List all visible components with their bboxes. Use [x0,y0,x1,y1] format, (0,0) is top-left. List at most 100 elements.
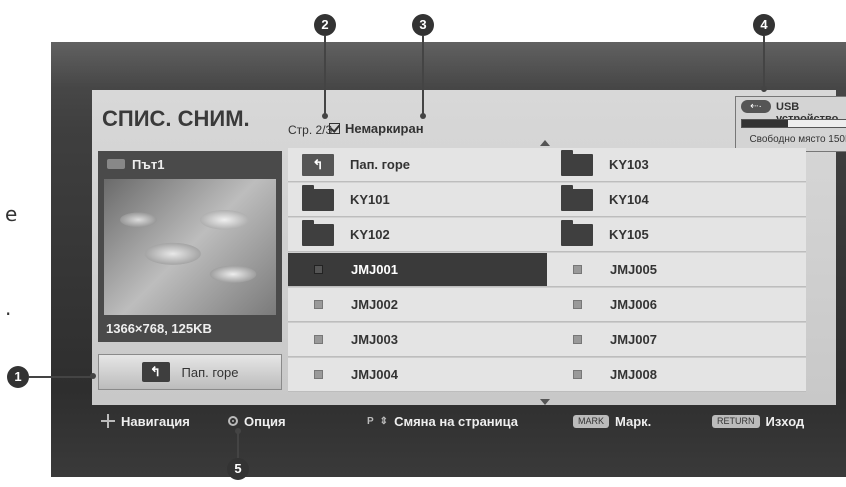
scroll-down-arrow-icon[interactable] [540,399,550,405]
callout-4-line [763,36,765,88]
option-icon [228,416,238,426]
footer-mark: MARK Марк. [573,414,651,429]
usb-icon: ⇠· [741,100,771,113]
list-item-label: JMJ006 [610,297,657,312]
list-item[interactable]: JMJ005 [547,253,806,287]
folder-icon [302,184,334,211]
list-item[interactable]: JMJ003 [288,323,547,357]
list-item[interactable]: JMJ006 [547,288,806,322]
list-item-label: KY103 [609,157,649,172]
callout-5-line [237,430,239,458]
top-sheen [51,42,846,87]
image-file-icon [573,265,582,274]
return-key-icon: RETURN [712,414,760,428]
scroll-up-arrow-icon[interactable] [540,140,550,146]
image-file-icon [573,300,582,309]
mark-key-icon: MARK [573,414,610,428]
tv-screen: СПИС. СНИМ. Стр. 2/3 Немаркиран ⇠· USB у… [51,42,846,477]
list-item[interactable]: ↰ Пап. горе [288,148,547,182]
list-item[interactable]: KY103 [547,148,806,182]
unmarked-filter[interactable]: Немаркиран [329,121,424,136]
image-file-icon [314,265,323,274]
usb-free-space: Свободно място 150MB [749,134,846,145]
checkbox-icon [329,123,340,134]
folder-icon [561,219,593,246]
footer-mark-label: Марк. [615,413,652,429]
callout-4-dot [761,86,767,92]
page-up-down-icon: ⇕ [379,415,389,427]
callout-5-dot [235,428,241,434]
folder-icon [561,184,593,211]
page-key-icon: P [367,415,374,427]
list-item-label: KY102 [350,227,390,242]
preview-image-info: 1366×768, 125KB [106,321,212,336]
page-indicator: Стр. 2/3 [288,123,333,137]
list-item[interactable]: JMJ002 [288,288,547,322]
footer-navigation-label: Навигация [121,413,190,429]
up-folder-icon: ↰ [302,153,334,176]
footer-bar: Навигация Опция P ⇕ Смяна на страница MA… [95,406,845,436]
list-item[interactable]: KY105 [547,218,806,252]
folder-icon [302,219,334,246]
callout-3-dot [420,113,426,119]
list-item-label: KY105 [609,227,649,242]
usb-capacity-bar [741,119,846,128]
usb-capacity-fill [742,120,789,127]
preview-image [104,179,276,315]
preview-folder-name: Път1 [132,157,165,172]
list-item-label: JMJ002 [351,297,398,312]
callout-1: 1 [7,366,29,388]
list-item-label: KY104 [609,192,649,207]
callout-2-dot [322,113,328,119]
list-item-label: KY101 [350,192,390,207]
callout-1-dot [90,373,96,379]
list-item-label: JMJ007 [610,332,657,347]
text-fragment-dot: . [5,296,12,320]
callout-5: 5 [227,458,249,480]
callout-3: 3 [412,14,434,36]
footer-option-label: Опция [244,413,286,429]
footer-page-change: P ⇕ Смяна на страница [367,414,518,429]
list-item[interactable]: KY101 [288,183,547,217]
list-item[interactable]: JMJ001 [288,253,547,287]
list-item[interactable]: JMJ008 [547,358,806,392]
list-item-label: Пап. горе [350,157,411,172]
up-folder-icon: ↰ [141,362,170,382]
list-item-label: JMJ004 [351,367,398,382]
up-folder-button-label: Пап. горе [181,364,239,380]
usb-device-info: ⇠· USB устройство Свободно място 150MB [735,96,846,152]
footer-exit-label: Изход [765,413,805,429]
up-folder-button[interactable]: ↰ Пап. горе [98,354,282,390]
page-title: СПИС. СНИМ. [102,106,250,131]
callout-3-line [422,36,424,116]
list-item[interactable]: JMJ007 [547,323,806,357]
image-file-icon [573,335,582,344]
image-file-icon [573,370,582,379]
callout-4: 4 [753,14,775,36]
footer-option: Опция [228,414,286,429]
list-item-label: JMJ005 [610,262,657,277]
photo-list-panel: СПИС. СНИМ. Стр. 2/3 Немаркиран ⇠· USB у… [92,90,846,405]
folder-icon [561,149,593,176]
list-item-label: JMJ001 [351,262,398,277]
callout-1-line [29,376,93,378]
footer-exit: RETURN Изход [712,414,804,429]
list-item-label: JMJ003 [351,332,398,347]
preview-box: Път1 1366×768, 125KB [98,151,282,342]
image-file-icon [314,300,323,309]
image-file-icon [314,335,323,344]
list-item[interactable]: JMJ004 [288,358,547,392]
footer-navigation: Навигация [101,414,190,429]
text-fragment-e: e [5,202,18,226]
unmarked-label: Немаркиран [345,121,424,136]
callout-2: 2 [314,14,336,36]
footer-page-change-label: Смяна на страница [394,413,519,429]
list-item-label: JMJ008 [610,367,657,382]
navigation-icon [101,414,115,428]
image-file-icon [314,370,323,379]
callout-2-line [324,36,326,116]
list-item[interactable]: KY104 [547,183,806,217]
list-item[interactable]: KY102 [288,218,547,252]
file-list: ↰ Пап. горе KY101 KY102 JMJ001 JMJ002 JMJ003 JM… [288,140,806,405]
folder-path-icon [107,159,125,169]
